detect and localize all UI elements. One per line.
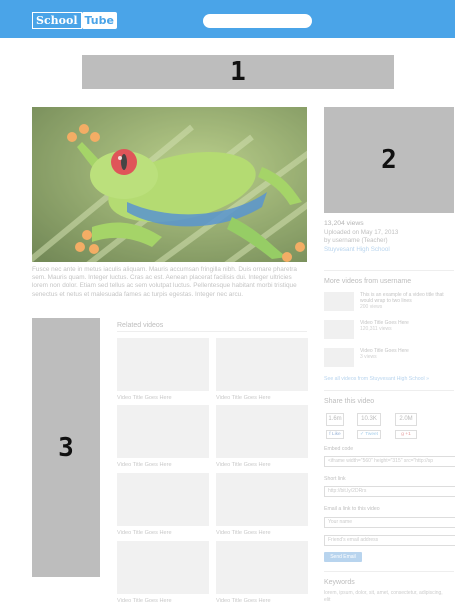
video-views: 120,311 views [360,326,392,332]
friend-email-input[interactable]: Friend's email address [324,535,455,546]
video-views: 3 views [360,354,377,360]
more-videos-heading: More videos from username [324,278,412,285]
send-email-button[interactable]: Send Email [324,552,362,562]
divider [324,390,454,391]
frog-video-frame [32,107,307,262]
schooltube-logo[interactable]: School Tube [32,12,117,29]
ad-2-label: 2 [381,145,397,175]
more-video-item[interactable]: This is an example of a video title that… [324,292,454,311]
related-video-card[interactable]: Video Title Goes Here [216,405,308,468]
ad-skyscraper-3[interactable]: 3 [32,318,100,577]
video-thumbnail[interactable] [324,292,354,311]
video-thumbnail[interactable] [117,405,209,458]
more-video-item[interactable]: Video Title Goes Here 120,311 views [324,320,454,339]
video-title-link[interactable]: Video Title Goes Here [216,598,308,604]
ad-1-label: 1 [230,57,246,87]
video-views: 200 views [360,304,383,310]
related-video-card[interactable]: Video Title Goes Here [216,338,308,401]
keywords-text: lorem, ipsum, dolor, sit, amet, consecte… [324,590,443,603]
video-player[interactable] [32,107,307,262]
divider [324,571,454,572]
your-name-input[interactable]: Your name [324,517,455,528]
facebook-like-button[interactable]: f Like [326,430,344,439]
related-divider [117,331,307,332]
ad-box-2[interactable]: 2 [324,107,454,213]
video-title-link[interactable]: Video Title Goes Here [117,395,209,401]
tweet-button[interactable]: ✓ Tweet [357,430,381,439]
divider [324,270,454,271]
related-video-card[interactable]: Video Title Goes Here [117,541,209,604]
school-link[interactable]: Stuyvesant High School [324,246,454,255]
share-heading: Share this video [324,398,375,405]
embed-code-field[interactable]: <iframe width="560" height="315" src="ht… [324,456,455,467]
google-count: 2.0M [395,413,417,426]
like-label: Like [331,432,341,437]
keywords-heading: Keywords [324,579,355,586]
embed-code-label: Embed code [324,446,354,452]
short-link-field[interactable]: http://bit.ly/2DRrs [324,486,455,497]
video-title-link[interactable]: Video Title Goes Here [216,462,308,468]
video-thumbnail[interactable] [216,541,308,594]
tweet-label: Tweet [365,432,379,437]
video-thumbnail[interactable] [216,405,308,458]
uploader: by username (Teacher) [324,237,388,245]
plus-one-label: +1 [405,432,411,437]
email-link-label: Email a link to this video [324,506,380,512]
facebook-count: 1.6m [326,413,344,426]
video-title-link[interactable]: This is an example of a video title that… [360,292,454,304]
video-thumbnail[interactable] [324,320,354,339]
video-description: Fusce nec ante in metus iaculis aliquam.… [32,266,297,298]
related-video-card[interactable]: Video Title Goes Here [216,541,308,604]
video-thumbnail[interactable] [117,473,209,526]
short-link-label: Short link [324,476,346,482]
more-video-item[interactable]: Video Title Goes Here 3 views [324,348,454,367]
related-video-card[interactable]: Video Title Goes Here [117,338,209,401]
search-input[interactable] [203,14,312,28]
video-title-link[interactable]: Video Title Goes Here [216,530,308,536]
video-title-link[interactable]: Video Title Goes Here [117,598,209,604]
video-thumbnail[interactable] [216,338,308,391]
video-thumbnail[interactable] [117,338,209,391]
upload-date: Uploaded on May 17, 2013 [324,228,399,236]
video-title-link[interactable]: Video Title Goes Here [117,530,209,536]
related-video-card[interactable]: Video Title Goes Here [117,473,209,536]
see-all-videos-link[interactable]: See all videos from Stuyvesant High Scho… [324,376,429,382]
video-thumbnail[interactable] [216,473,308,526]
view-count: 13,204 views [324,220,364,227]
logo-text-school: School [32,12,82,29]
google-plus-button[interactable]: g +1 [395,430,417,439]
video-title-link[interactable]: Video Title Goes Here [117,462,209,468]
twitter-count: 10.3K [357,413,381,426]
video-thumbnail[interactable] [324,348,354,367]
related-video-card[interactable]: Video Title Goes Here [117,405,209,468]
ad-banner-1[interactable]: 1 [82,55,394,89]
video-title-link[interactable]: Video Title Goes Here [216,395,308,401]
video-thumbnail[interactable] [117,541,209,594]
logo-text-tube: Tube [81,12,117,29]
ad-3-label: 3 [58,432,74,463]
related-video-card[interactable]: Video Title Goes Here [216,473,308,536]
related-videos-heading: Related videos [117,322,164,329]
